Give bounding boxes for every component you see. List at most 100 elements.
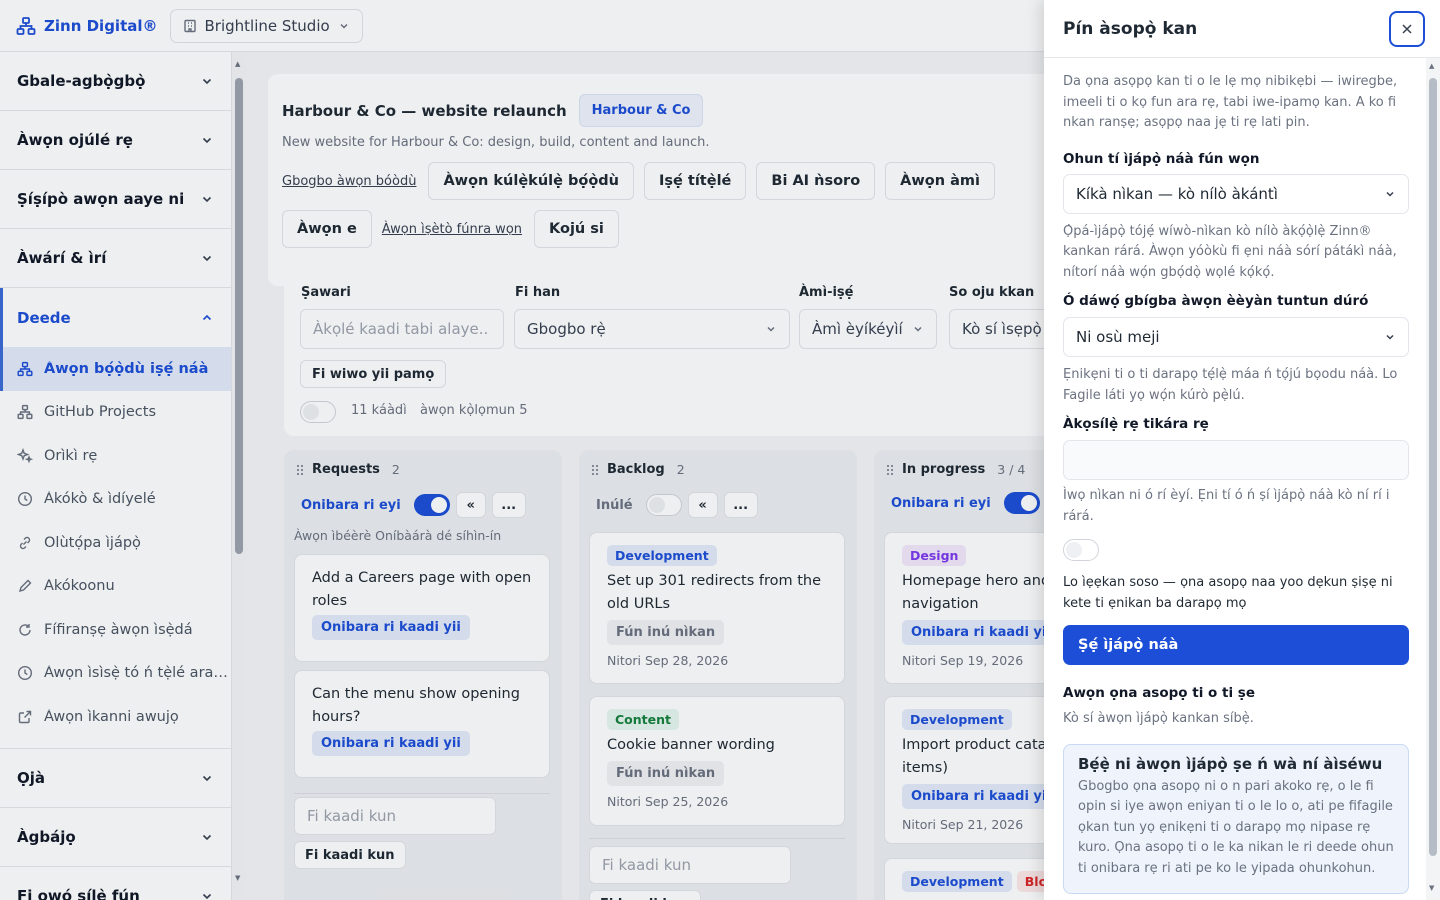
collapse-column-button[interactable]: « [687,492,718,518]
blocked-tag: Blocked [1016,871,1044,892]
due-date: Nitori Sep 21, 2026 [902,817,1024,832]
hide-view-button[interactable]: Fi wiwo yii pamọ [300,360,447,388]
workflow-icon [17,404,33,420]
sidebar-group-standard[interactable]: Deede [0,288,231,347]
clock-icon [17,665,33,681]
chevron-down-icon [912,323,924,335]
column-header[interactable]: In progress 3 / 4 [886,462,1025,477]
building-icon [183,19,197,33]
add-card-button[interactable]: Fi kaadi kun [589,890,701,900]
chevron-down-icon [200,771,214,785]
column-more-button[interactable]: ... [491,492,526,518]
tab-board-details[interactable]: Àwọn kúlẹ̀kúlẹ̀ bọ́ọ̀dù [428,162,634,200]
client-visible-chip: Onibara ri kaadi yii [312,615,470,640]
sidebar-group-deposit[interactable]: Fi owó sílẹ̀ fún [0,867,231,900]
column-header[interactable]: Requests 2 [296,462,400,477]
sidebar-item-sequences[interactable]: Àwọn ìsìsẹ̀ tó ń tẹ̀lé ara wọn [0,652,231,696]
scroll-down-icon[interactable]: ▼ [1429,884,1434,892]
drag-handle-icon[interactable] [591,464,599,476]
column-more-button[interactable]: ... [723,492,758,518]
drawer-scrollbar[interactable]: ▲ ▼ [1426,58,1440,900]
sidebar-scrollbar-thumb[interactable] [235,78,243,554]
card[interactable]: Development Blocked [884,858,1044,900]
tab-labels[interactable]: Àwọn àmì [885,162,995,200]
card[interactable]: Design Homepage hero and navigation Onib… [884,532,1044,684]
drawer-title: Pín àsopọ̀ kan [1063,18,1198,39]
pencil-icon [17,578,33,594]
sidebar-item-publishing[interactable]: Fífiranṣẹ àwọn ìsẹ̀dá [0,608,231,652]
brand-logo[interactable]: Zinn Digital® [16,16,158,36]
due-select[interactable]: Kò sí ìsẹpọ̀ [949,309,1044,349]
client-visible-chip: Onibara ri kaadi yii [902,784,1044,809]
label-tag: Development [902,871,1012,892]
sidebar-item-github-projects[interactable]: GitHub Projects [0,391,231,435]
sidebar-group-discovery[interactable]: Àwárí & ìrí [0,229,231,288]
card-title: Cookie banner wording [607,737,775,753]
sidebar-item-label: Àwọn ìkanni awujọ [44,708,179,725]
add-card-input[interactable]: Fi kaadi kun [294,797,496,835]
add-card-input[interactable]: Fi kaadi kun [589,846,791,884]
add-card-button[interactable]: Fi kaadi kun [294,841,406,869]
scroll-down-icon[interactable]: ▼ [235,874,240,882]
card[interactable]: Content Cookie banner wording Fún inú nì… [589,696,845,826]
sidebar-item-label: Fífiranṣẹ àwọn ìsẹ̀dá [44,621,193,638]
sidebar-group-dashboard[interactable]: Gbale-agbọ̀gbọ̀ [0,52,231,111]
show-label: Fi han [515,285,561,300]
sidebar-item-social-channels[interactable]: Àwọn ìkanni awujọ [0,695,231,739]
scroll-up-icon[interactable]: ▲ [235,60,240,68]
drawer-scrollbar-thumb[interactable] [1429,78,1437,856]
expiry-select[interactable]: Ni osù meji [1063,317,1409,357]
label-tag: Content [607,709,679,730]
sidebar-item-time-billing[interactable]: Àkókò & ìdíyelé [0,478,231,522]
tab-ai-talk[interactable]: Bi AI ǹsoro [756,162,876,200]
close-button[interactable] [1389,11,1425,47]
access-select[interactable]: Kíkà nìkan — kò nílò àkántì [1063,173,1409,214]
due-label: So oju kkan [949,285,1035,300]
search-label: Ṣawari [301,285,351,300]
card[interactable]: Development Set up 301 redirects from th… [589,532,845,684]
drag-handle-icon[interactable] [296,464,304,476]
chevron-up-icon [200,311,214,325]
card[interactable]: Add a Careers page with open roles Oniba… [294,554,550,662]
show-select[interactable]: Gbogbo rẹ̀ [514,309,790,349]
card[interactable]: Can the menu show opening hours? Onibara… [294,670,550,778]
client-visibility-toggle[interactable] [413,494,450,516]
sidebar-group-migration[interactable]: Ṣíṣípò awọn aaye ni [0,170,231,229]
internal-chip: Fún inú nìkan [607,620,725,645]
expiry-help: Ẹnikẹni ti o ti darapọ tẹ́lẹ̀ máa ń tọ́j… [1063,367,1398,403]
client-badge[interactable]: Harbour & Co [578,94,704,127]
drag-handle-icon[interactable] [886,464,894,476]
workspace-switcher[interactable]: Brightline Studio [169,8,363,43]
all-boards-link[interactable]: Gbogbo àwọn bóòdù [282,174,416,189]
sidebar-item-content[interactable]: Akókoonu [0,565,231,609]
access-label: Ohun tí ìjápọ̀ náà fún wọn [1063,150,1260,167]
sidebar-item-your-praise[interactable]: Orìkì rẹ [0,434,231,478]
compact-toggle[interactable] [300,401,336,423]
client-visibility-toggle[interactable] [1003,492,1040,514]
sidebar-group-sites[interactable]: Àwọn ojúlé rẹ [0,111,231,170]
sidebar-group-market[interactable]: Ọjà [0,749,231,808]
external-link-icon [17,709,33,725]
workflows-link[interactable]: Àwọn ìṣètò fúnra wọn [382,222,522,237]
tab-more[interactable]: Àwọn e [282,210,372,248]
column-header[interactable]: Backlog 2 [591,462,685,477]
sidebar-scrollbar[interactable]: ▲ ▼ [232,52,246,900]
card[interactable]: Development Import product catalog (412 … [884,696,1044,844]
label-select[interactable]: Àmì èyíkéyìí [799,309,937,349]
sidebar-item-project-boards[interactable]: Àwọn bọ́ọ̀dù iṣẹ́ náà [0,347,231,391]
sidebar-item-label: Orìkì rẹ [44,447,98,464]
collapse-column-button[interactable]: « [455,492,486,518]
sidebar-item-link-tracker[interactable]: Olùtọ́pa ìjápọ̀ [0,521,231,565]
focus-button[interactable]: Kojú si [534,210,619,248]
search-input[interactable]: Àkọlé kaadi tabi alaye.. [300,309,504,349]
create-link-button[interactable]: Ṣẹ́ ìjápọ̀ náà [1063,625,1409,665]
scroll-up-icon[interactable]: ▲ [1429,62,1434,70]
tab-follow-up[interactable]: Iṣẹ́ títẹ̀lé [644,162,747,200]
project-description: New website for Harbour & Co: design, bu… [282,135,710,150]
link-icon [17,535,33,551]
client-visibility-toggle[interactable] [645,494,682,516]
single-use-toggle[interactable] [1063,539,1099,561]
note-input[interactable] [1063,440,1409,480]
made-links-empty: Kò sí àwọn ìjápọ̀ kankan síbẹ̀. [1063,711,1254,726]
sidebar-group-collection[interactable]: Àgbájọ [0,808,231,867]
